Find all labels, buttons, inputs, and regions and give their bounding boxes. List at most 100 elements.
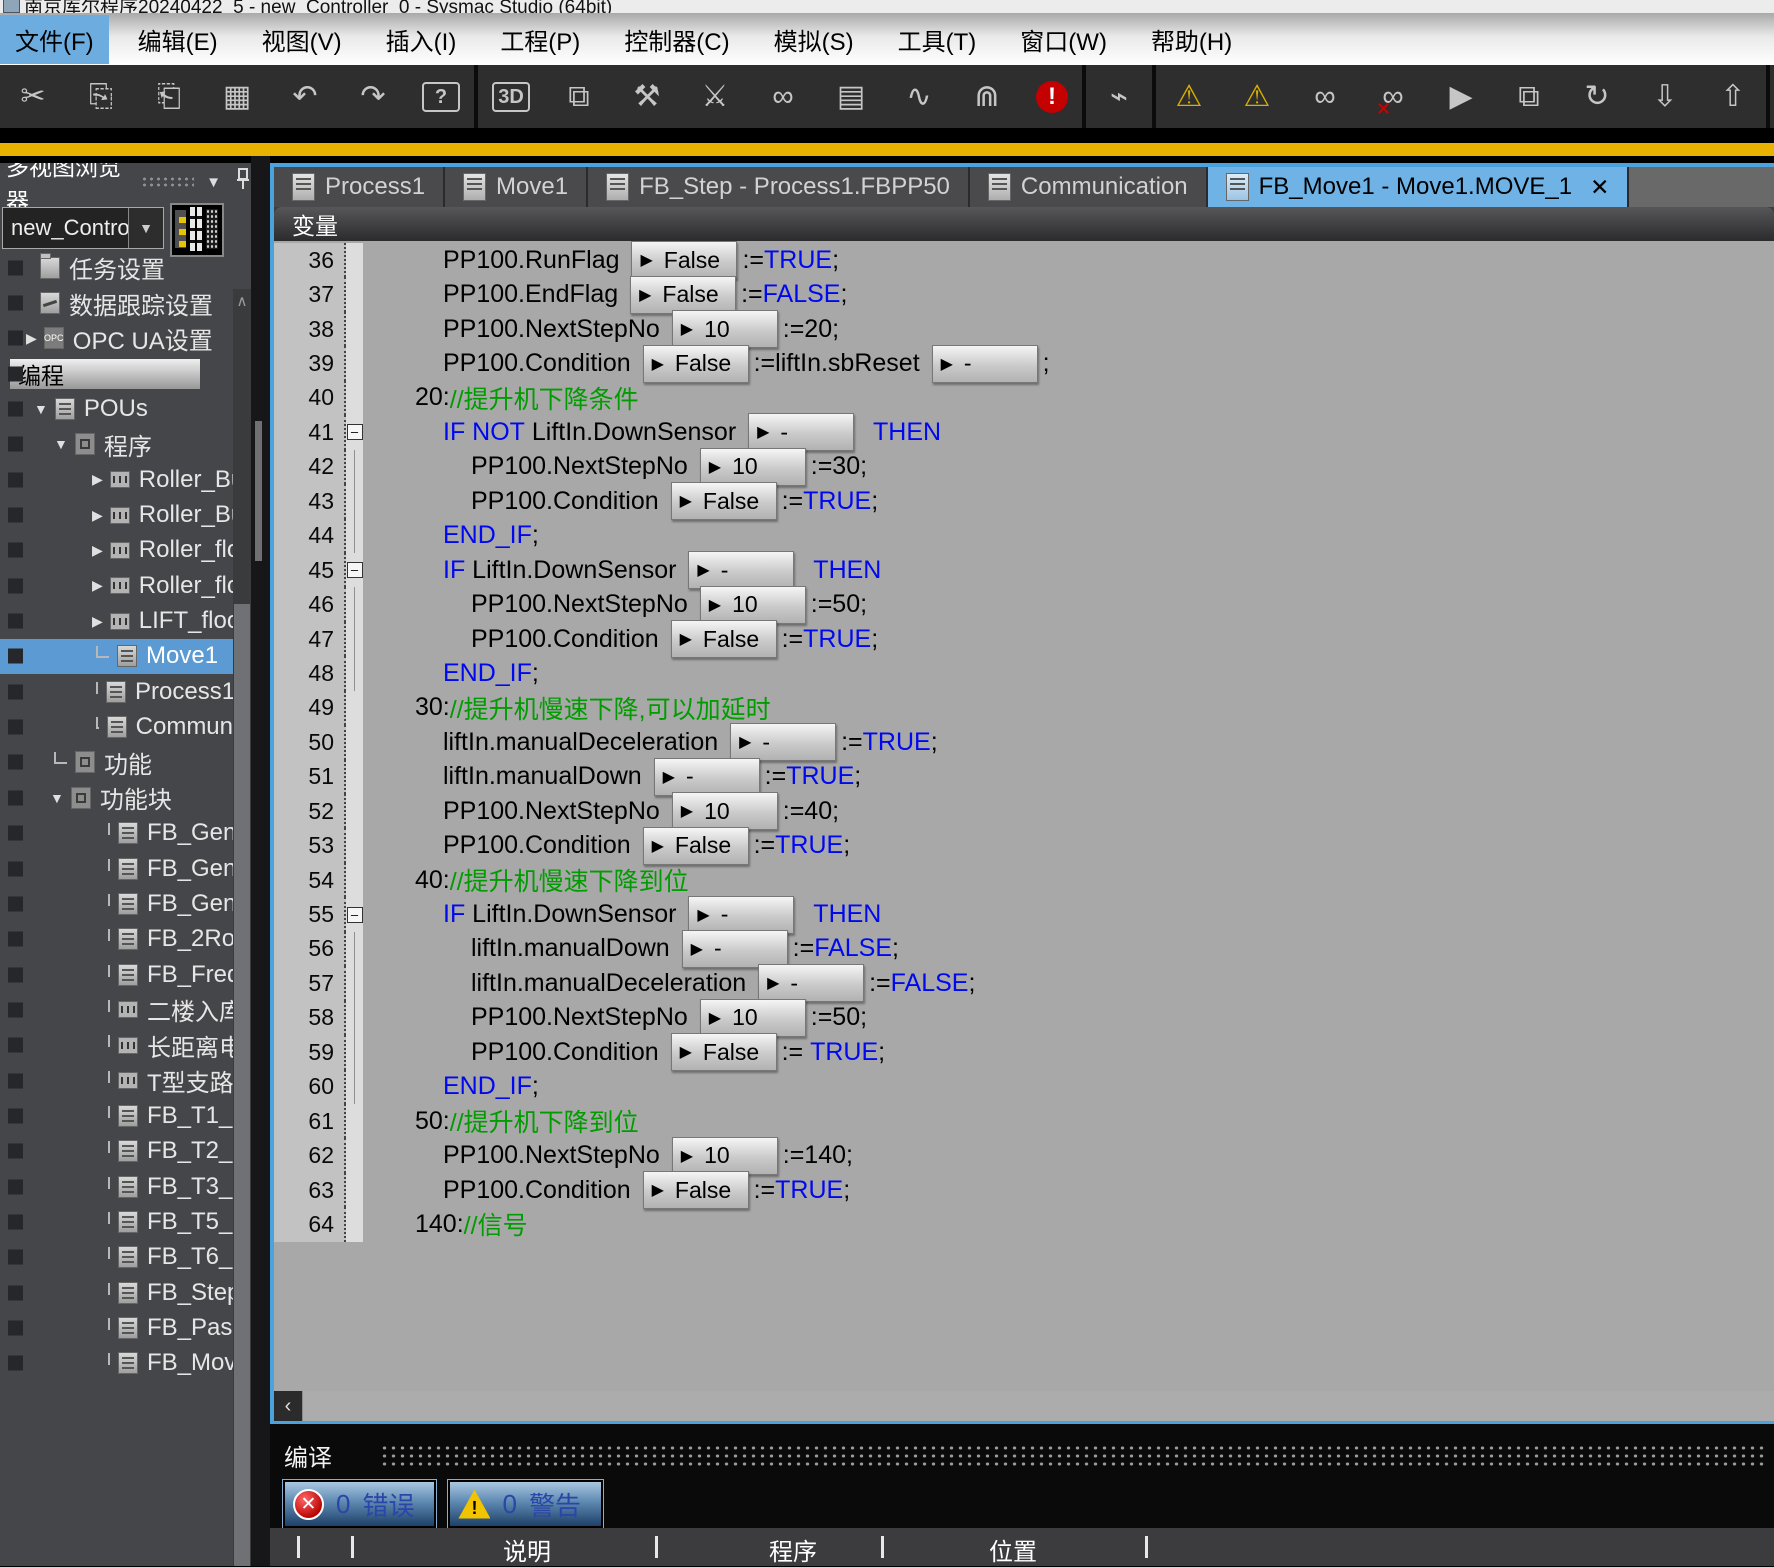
tab-FB_Step_Process1_FBPP50[interactable]: FB_Step - Process1.FBPP50 [588, 167, 970, 207]
editor-hscroll-thumb[interactable] [302, 1391, 1774, 1421]
code-line-content[interactable]: PP100.Condition ▶ False:= TRUE; [363, 620, 1774, 659]
tree-item-FB_Passw[interactable]: FB_Passw [0, 1310, 233, 1345]
tree-item-FB_Step[interactable]: FB_Step [0, 1275, 233, 1310]
tree-item-Commun[interactable]: Commun [0, 709, 233, 744]
tree-item-Roller_flo[interactable]: ▶ Roller_flo [0, 568, 233, 603]
fold-collapse-icon[interactable]: – [346, 424, 363, 441]
code-line-content[interactable]: PP100.Condition ▶ False:= TRUE; [363, 826, 1774, 865]
tab-Move1[interactable]: Move1 [445, 167, 589, 207]
menu-item-P[interactable]: 工程(P) [485, 15, 595, 64]
synchronize-icon[interactable]: ↻ [1578, 81, 1616, 112]
watch-value-box[interactable]: ▶ - [748, 413, 855, 452]
watch-value-box[interactable]: ▶ False [630, 275, 737, 314]
tree-item-FB_T6_7I[interactable]: FB_T6_7I [0, 1240, 233, 1275]
watch-value-box[interactable]: ▶ False [642, 344, 749, 383]
watch-value-box[interactable]: ▶ - [681, 929, 788, 968]
warnings-filter-button[interactable]: ! 0 警告 [447, 1479, 604, 1529]
tree-item-[interactable]: ▼ 功能块 [0, 780, 233, 815]
3d-view-icon[interactable]: 3D [492, 81, 530, 112]
tree-item-FB_Frequ[interactable]: FB_Frequ [0, 957, 233, 992]
tree-item-LIFT_floo[interactable]: ▶ LIFT_floo [0, 603, 233, 638]
watch-window-icon[interactable]: ∞ [764, 81, 802, 112]
code-line-content[interactable]: liftIn.manualDeceleration ▶ -:= TRUE; [363, 723, 1774, 762]
watch-value-box[interactable]: ▶ 10 [671, 1136, 778, 1175]
tree-item-FB_T5_2I[interactable]: FB_T5_2I [0, 1204, 233, 1239]
watch-value-box[interactable]: ▶ - [931, 344, 1038, 383]
watch-value-box[interactable]: ▶ 10 [699, 585, 806, 624]
code-line-content[interactable]: 140://信号 [363, 1207, 1774, 1241]
expand-arrow-icon[interactable]: ▶ [92, 507, 103, 524]
tree-item-[interactable]: 任务设置 [0, 250, 233, 285]
controller-selector-dropdown[interactable]: ▼ [128, 208, 163, 248]
scroll-up-icon[interactable]: ∧ [233, 289, 251, 315]
search-icon[interactable]: ⋒ [968, 81, 1006, 112]
watch-value-box[interactable]: ▶ False [642, 826, 749, 865]
code-line-content[interactable]: PP100.EndFlag ▶ False:= FALSE; [363, 275, 1774, 314]
tree-item-Process1[interactable]: Process1 [0, 674, 233, 709]
menu-item-V[interactable]: 视图(V) [247, 15, 357, 64]
menu-item-H[interactable]: 帮助(H) [1136, 15, 1247, 64]
scroll-left-icon[interactable]: ‹ [274, 1391, 302, 1421]
cross-reference-icon[interactable]: ⚔ [696, 81, 734, 112]
code-line-content[interactable]: PP100.NextStepNo ▶ 10:=140; [363, 1136, 1774, 1175]
download-to-controller-icon[interactable]: ⇩ [1646, 81, 1684, 112]
watch-value-box[interactable]: ▶ - [758, 964, 865, 1003]
tree-item-Roller_Bu[interactable]: ▶ Roller_Bu [0, 462, 233, 497]
code-line-content[interactable]: PP100.Condition ▶ False:= TRUE; [363, 1033, 1774, 1072]
editor-horizontal-scrollbar[interactable]: ‹ [274, 1391, 1774, 1421]
collapse-arrow-icon[interactable]: ▼ [34, 401, 48, 417]
code-line-content[interactable]: PP100.NextStepNo ▶ 10:=50; [363, 998, 1774, 1037]
menu-item-F[interactable]: 文件(F) [0, 14, 109, 64]
fold-collapse-icon[interactable]: – [346, 562, 363, 579]
code-line-content[interactable]: 40://提升机慢速下降到位 [363, 863, 1774, 897]
redo-icon[interactable]: ↷ [354, 81, 392, 112]
tree-item-Move1[interactable]: Move1 [0, 638, 233, 675]
warning-online-a-icon[interactable]: ⚠ [1170, 81, 1208, 112]
menu-item-C[interactable]: 控制器(C) [609, 15, 744, 64]
watch-value-box[interactable]: ▶ 10 [671, 310, 778, 349]
code-line-content[interactable]: 20://提升机下降条件 [363, 381, 1774, 415]
tree-item-[interactable]: 数据跟踪设置 [0, 285, 233, 320]
collapse-arrow-icon[interactable]: ▼ [54, 436, 68, 452]
code-line-content[interactable]: PP100.RunFlag ▶ False:= TRUE; [363, 241, 1774, 280]
code-line-content[interactable]: liftIn.manualDeceleration ▶ -:= FALSE; [363, 964, 1774, 1003]
watch-value-box[interactable]: ▶ - [688, 895, 795, 934]
code-line-content[interactable]: IF NOT LiftIn.DownSensor ▶ - THEN [363, 413, 1774, 452]
watch-value-box[interactable]: ▶ - [688, 551, 795, 590]
warning-online-b-icon[interactable]: ⚠ [1238, 81, 1276, 112]
tree-item-FB_T3_8I[interactable]: FB_T3_8I [0, 1169, 233, 1204]
tree-item-FB_Gene[interactable]: FB_Gene [0, 851, 233, 886]
code-line-content[interactable]: PP100.NextStepNo ▶ 10:=40; [363, 792, 1774, 831]
variables-header-bar[interactable]: 变量 [274, 207, 1774, 241]
new-window-icon[interactable]: ⧉ [560, 81, 598, 112]
watch-value-box[interactable]: ▶ False [670, 1033, 777, 1072]
expand-arrow-icon[interactable]: ▶ [92, 471, 103, 488]
errors-filter-button[interactable]: ✕ 0 错误 [281, 1479, 438, 1529]
paste-icon[interactable]: ⎗ [150, 81, 188, 112]
watch-value-box[interactable]: ▶ - [653, 757, 760, 796]
watch-table-icon[interactable]: ▤ [832, 81, 870, 112]
code-line-content[interactable]: PP100.NextStepNo ▶ 10:=20; [363, 310, 1774, 349]
delete-icon[interactable]: ▦ [218, 81, 256, 112]
expand-arrow-icon[interactable]: ▶ [92, 542, 103, 559]
code-line-content[interactable]: PP100.Condition ▶ False:= TRUE; [363, 1171, 1774, 1210]
tree-item-POUs[interactable]: ▼ POUs [0, 391, 233, 426]
online-edit-icon[interactable]: ⌁ [1100, 81, 1138, 112]
tree-item-FB_2Roll[interactable]: FB_2Roll [0, 922, 233, 957]
undo-icon[interactable]: ↶ [286, 81, 324, 112]
watch-value-box[interactable]: ▶ False [670, 482, 777, 521]
watch-value-box[interactable]: ▶ 10 [699, 447, 806, 486]
fold-collapse-icon[interactable]: – [346, 906, 363, 923]
panel-splitter[interactable] [251, 156, 270, 1566]
menu-item-E[interactable]: 编辑(E) [123, 15, 233, 64]
program-transfer-icon[interactable]: ⧉ [1510, 81, 1548, 112]
code-line-content[interactable]: 50://提升机下降到位 [363, 1104, 1774, 1138]
chevron-down-icon[interactable]: ▼ [206, 174, 221, 191]
code-line-content[interactable]: IF LiftIn.DownSensor ▶ - THEN [363, 551, 1774, 590]
watch-value-box[interactable]: ▶ 10 [699, 998, 806, 1037]
help-document-icon[interactable]: ? [422, 81, 460, 112]
code-line-content[interactable]: PP100.Condition ▶ False:=liftIn.sbReset ▶… [363, 344, 1774, 383]
watch-value-box[interactable]: ▶ False [642, 1171, 749, 1210]
build-icon[interactable]: ⚒ [628, 81, 666, 112]
upload-from-controller-icon[interactable]: ⇧ [1714, 81, 1752, 112]
